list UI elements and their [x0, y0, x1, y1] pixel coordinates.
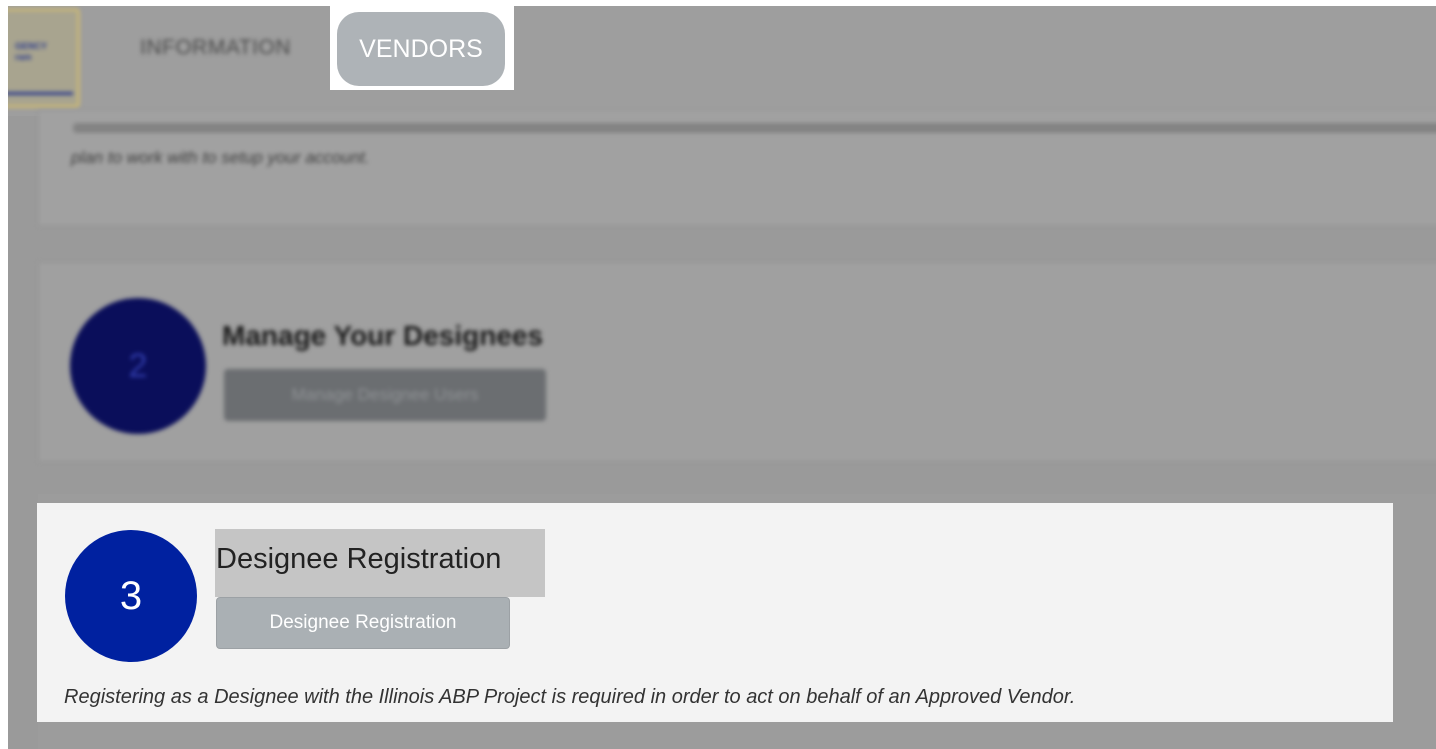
- step-3-description: Registering as a Designee with the Illin…: [64, 686, 1076, 708]
- site-logo[interactable]: GENCY ram: [8, 8, 80, 108]
- step-2-card: [38, 262, 1436, 462]
- step-3-title: Designee Registration: [216, 543, 502, 575]
- designee-registration-button[interactable]: Designee Registration: [216, 597, 510, 649]
- step-1-description-line: [73, 123, 1436, 133]
- step-2-number-badge: 2: [70, 298, 206, 434]
- step-2-title: Manage Your Designees: [222, 320, 544, 351]
- step-1-card: plan to work with to setup your account.: [38, 110, 1436, 226]
- top-navbar: GENCY ram INFORMATION: [8, 6, 1436, 116]
- logo-text: GENCY ram: [15, 41, 48, 62]
- manage-designee-users-button[interactable]: Manage Designee Users: [224, 369, 546, 421]
- step-3-number-badge: 3: [65, 530, 197, 662]
- nav-item-vendors[interactable]: VENDORS: [337, 12, 505, 86]
- nav-item-information[interactable]: INFORMATION: [140, 36, 291, 60]
- step-1-description: plan to work with to setup your account.: [71, 148, 370, 167]
- logo-bar: [8, 92, 73, 95]
